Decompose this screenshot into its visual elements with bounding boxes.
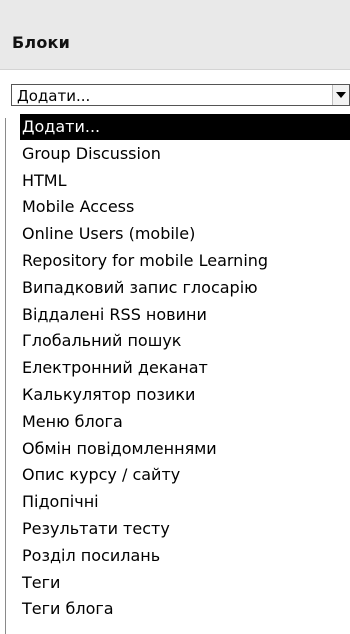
dropdown-option[interactable]: Mobile Access bbox=[20, 194, 350, 220]
block-header: Блоки bbox=[0, 0, 350, 70]
dropdown-option[interactable]: Калькулятор позики bbox=[20, 382, 350, 408]
dropdown-option[interactable]: Теги bbox=[20, 570, 350, 596]
dropdown-option[interactable]: Обмін повідомленнями bbox=[20, 436, 350, 462]
dropdown-option[interactable]: Електронний деканат bbox=[20, 355, 350, 381]
dropdown-option[interactable]: Меню блога bbox=[20, 409, 350, 435]
dropdown-option[interactable]: HTML bbox=[20, 168, 350, 194]
dropdown-option[interactable]: Group Discussion bbox=[20, 141, 350, 167]
block-title: Блоки bbox=[12, 33, 70, 52]
dropdown-option[interactable]: Опис курсу / сайту bbox=[20, 462, 350, 488]
dropdown-option[interactable]: Результати тесту bbox=[20, 516, 350, 542]
chevron-down-icon bbox=[336, 92, 346, 98]
dropdown-list[interactable]: Додати... Group Discussion HTML Mobile Acce… bbox=[20, 114, 350, 634]
dropdown-arrow-button[interactable] bbox=[332, 85, 349, 105]
dropdown-option[interactable]: Випадковий запис глосарію bbox=[20, 275, 350, 301]
dropdown-option[interactable]: Online Users (mobile) bbox=[20, 221, 350, 247]
dropdown-option[interactable]: Підопічні bbox=[20, 489, 350, 515]
dropdown-option[interactable]: Віддалені RSS новини bbox=[20, 302, 350, 328]
dropdown-option[interactable]: Теги блога bbox=[20, 596, 350, 622]
dropdown-option[interactable]: Repository for mobile Learning bbox=[20, 248, 350, 274]
dropdown-option[interactable]: Глобальний пошук bbox=[20, 328, 350, 354]
block-divider bbox=[5, 118, 6, 634]
add-block-select[interactable]: Додати... bbox=[11, 84, 350, 106]
select-current-value: Додати... bbox=[17, 87, 91, 105]
dropdown-option[interactable]: Розділ посилань bbox=[20, 543, 350, 569]
dropdown-option[interactable]: Додати... bbox=[20, 114, 350, 140]
